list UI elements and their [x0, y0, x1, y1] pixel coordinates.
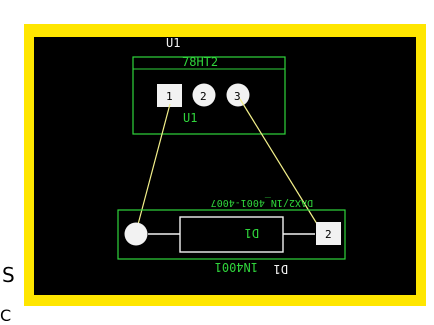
u1-pad-3-label: 3: [234, 90, 241, 103]
d1-pad-1[interactable]: [124, 222, 148, 246]
d1-mirrored-ref-group: D1: [245, 226, 259, 240]
d1-ref-label: D1: [245, 226, 259, 240]
pcb-canvas[interactable]: U1 78HT2 U1 1 2 3 DAX2/1N_4001-4007 D1 1…: [0, 0, 434, 325]
u1-inner-label: U1: [183, 111, 197, 125]
d1-mirrored-value-group: DAX2/1N_4001-4007: [211, 197, 313, 208]
d1-outer-label-group: D1: [274, 262, 288, 276]
u1-ref-top: U1: [166, 36, 180, 50]
u1-pad-2-label: 2: [200, 90, 207, 103]
u1-pad-1-label: 1: [166, 90, 173, 103]
d1-outer-label: D1: [274, 262, 288, 276]
board-area: [34, 37, 416, 295]
d1-mirrored-value-label: DAX2/1N_4001-4007: [211, 197, 313, 208]
pcb-view: U1 78HT2 U1 1 2 3 DAX2/1N_4001-4007 D1 1…: [0, 0, 434, 325]
d1-part-label-group: 1N4001: [215, 260, 258, 274]
d1-part-label: 1N4001: [215, 260, 258, 274]
left-edge-text: S: [2, 263, 15, 287]
bottom-edge-text: C: [0, 306, 11, 325]
d1-pad-2-label: 2: [325, 228, 332, 241]
u1-value-label: 78HT2: [182, 55, 218, 69]
